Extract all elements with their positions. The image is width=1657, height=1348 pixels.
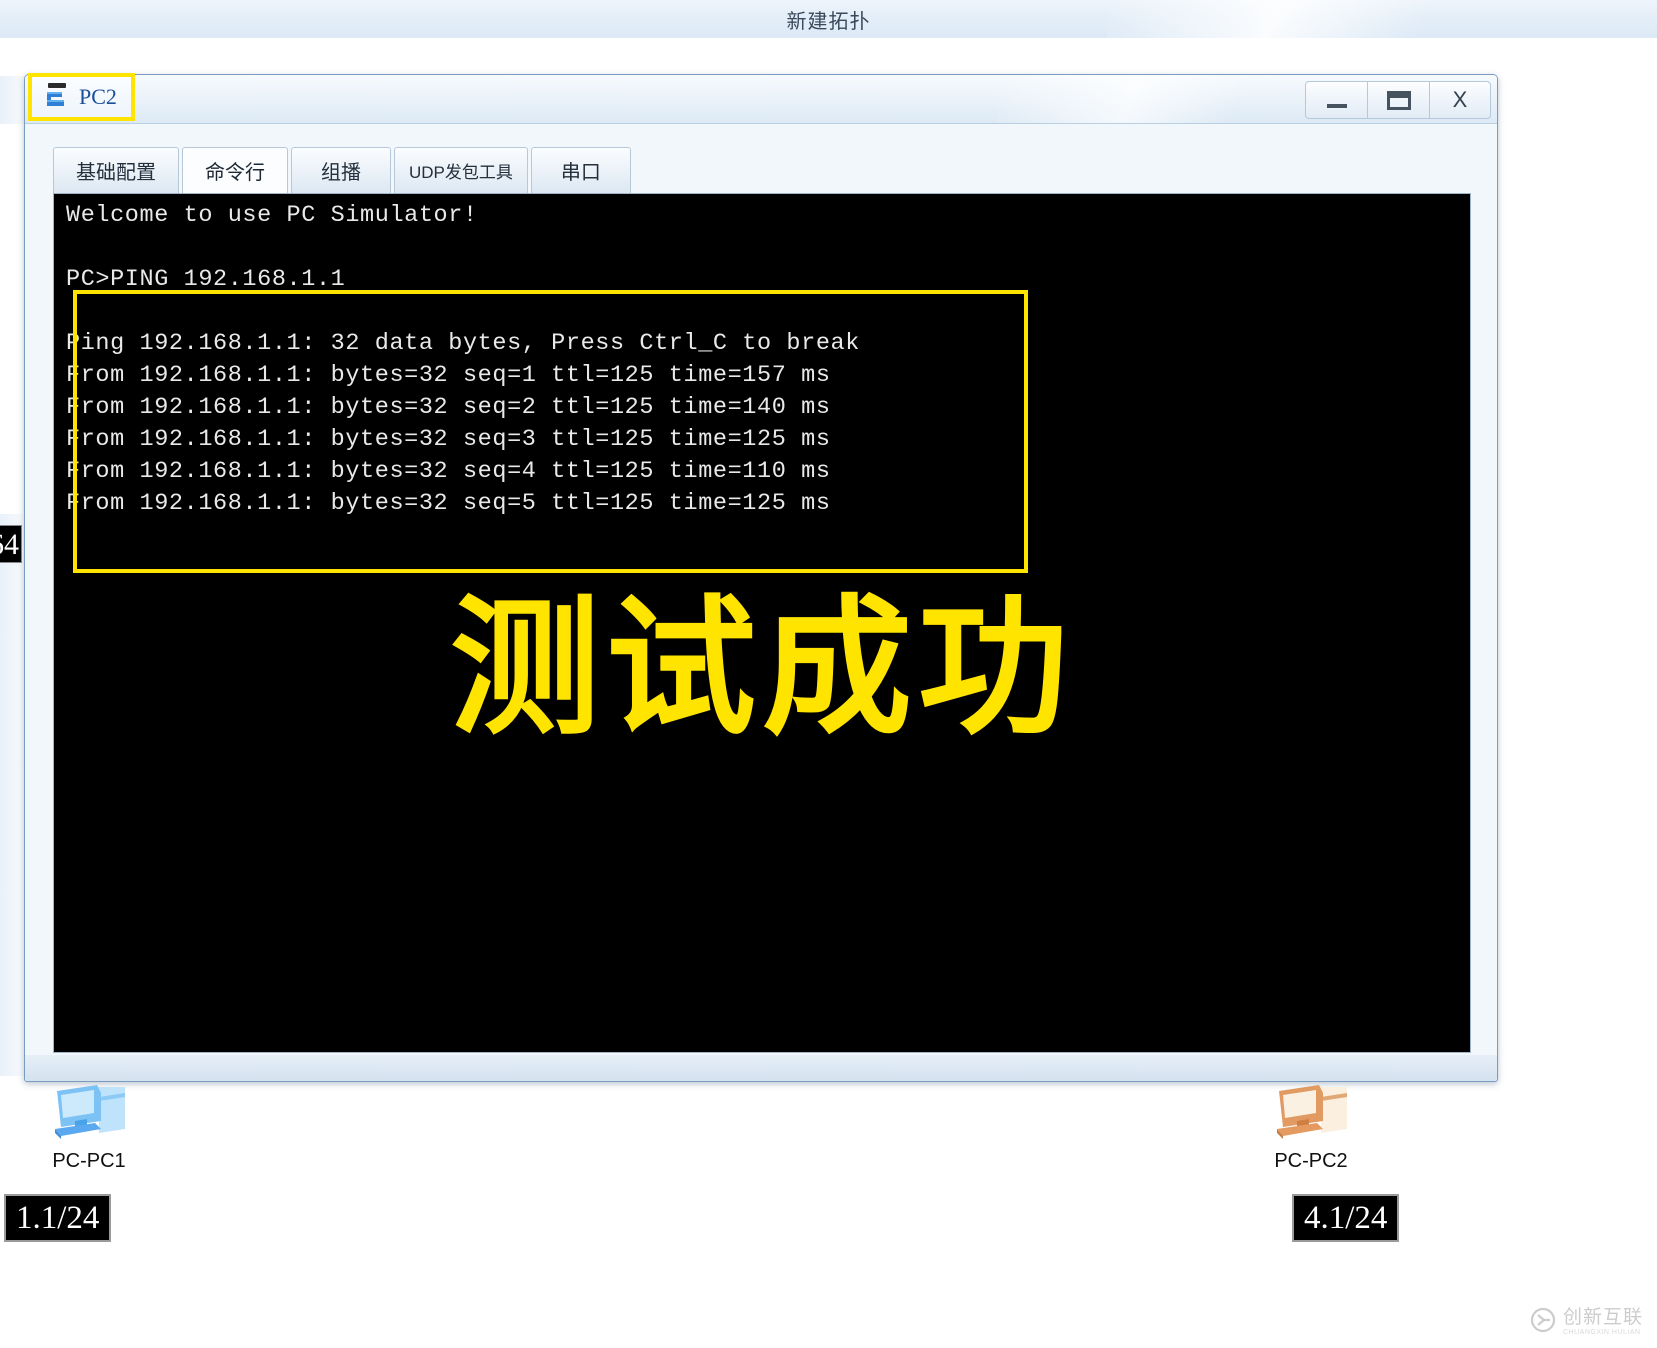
- application-root: 新建拓扑 64: [0, 0, 1657, 1348]
- topology-node-pc2[interactable]: PC-PC2: [1236, 1081, 1386, 1173]
- main-window-titlebar: 新建拓扑: [0, 0, 1657, 39]
- topology-node-pc1[interactable]: PC-PC1: [14, 1081, 164, 1173]
- main-window-title: 新建拓扑: [786, 11, 871, 33]
- ip-badge-pc2: 4.1/24: [1292, 1194, 1400, 1242]
- pc2-dialog-window[interactable]: PC2 X 基础配置 命令行 组播 UDP发包工具 串口 Welcome to …: [24, 73, 1498, 1082]
- canvas-right-frame: [1497, 76, 1657, 1076]
- pc2-titlebar-gloss: [997, 75, 1297, 123]
- node-label-pc1: PC-PC1: [52, 1150, 126, 1172]
- ip-badge-pc1: 1.1/24: [4, 1194, 112, 1242]
- maximize-button[interactable]: [1367, 81, 1429, 119]
- watermark-logo-icon: [1530, 1307, 1556, 1338]
- close-button[interactable]: X: [1429, 81, 1491, 119]
- tab-serial-port[interactable]: 串口: [530, 147, 631, 193]
- watermark-text: 创新互联: [1562, 1307, 1643, 1329]
- tab-command-line[interactable]: 命令行: [182, 147, 288, 193]
- pc-workstation-icon: [1261, 1085, 1361, 1147]
- minimize-button[interactable]: [1305, 81, 1367, 119]
- terminal-output-text: Welcome to use PC Simulator! PC>PING 192…: [66, 202, 860, 517]
- node-label-pc2: PC-PC2: [1274, 1150, 1348, 1172]
- pc2-titlebar[interactable]: PC2 X: [25, 73, 1497, 124]
- pc2-dialog-footer: [25, 1055, 1497, 1081]
- tab-basic-config[interactable]: 基础配置: [53, 147, 179, 193]
- watermark: 创新互联 CHUANGXIN HULIAN: [1530, 1307, 1643, 1338]
- pc2-window-tab-label: PC2: [79, 84, 117, 109]
- dialog-tab-strip: 基础配置 命令行 组播 UDP发包工具 串口: [53, 147, 631, 193]
- tab-multicast[interactable]: 组播: [291, 147, 391, 193]
- pc-terminal-icon: [42, 80, 72, 115]
- watermark-subtext: CHUANGXIN HULIAN: [1562, 1329, 1641, 1337]
- success-overlay-text: 测试成功: [449, 582, 1074, 756]
- topology-canvas[interactable]: 64 PC2: [0, 38, 1657, 1348]
- pc2-window-tab[interactable]: PC2: [28, 73, 135, 121]
- window-controls: X: [1305, 81, 1491, 119]
- maximize-icon: [1386, 90, 1411, 110]
- left-edge-ip-badge: 64: [0, 525, 22, 563]
- canvas-left-panel: [0, 124, 25, 514]
- terminal-console[interactable]: Welcome to use PC Simulator! PC>PING 192…: [53, 193, 1471, 1053]
- pc-workstation-icon: [39, 1085, 139, 1147]
- tab-udp-tool[interactable]: UDP发包工具: [394, 147, 528, 193]
- minimize-icon: [1326, 104, 1347, 108]
